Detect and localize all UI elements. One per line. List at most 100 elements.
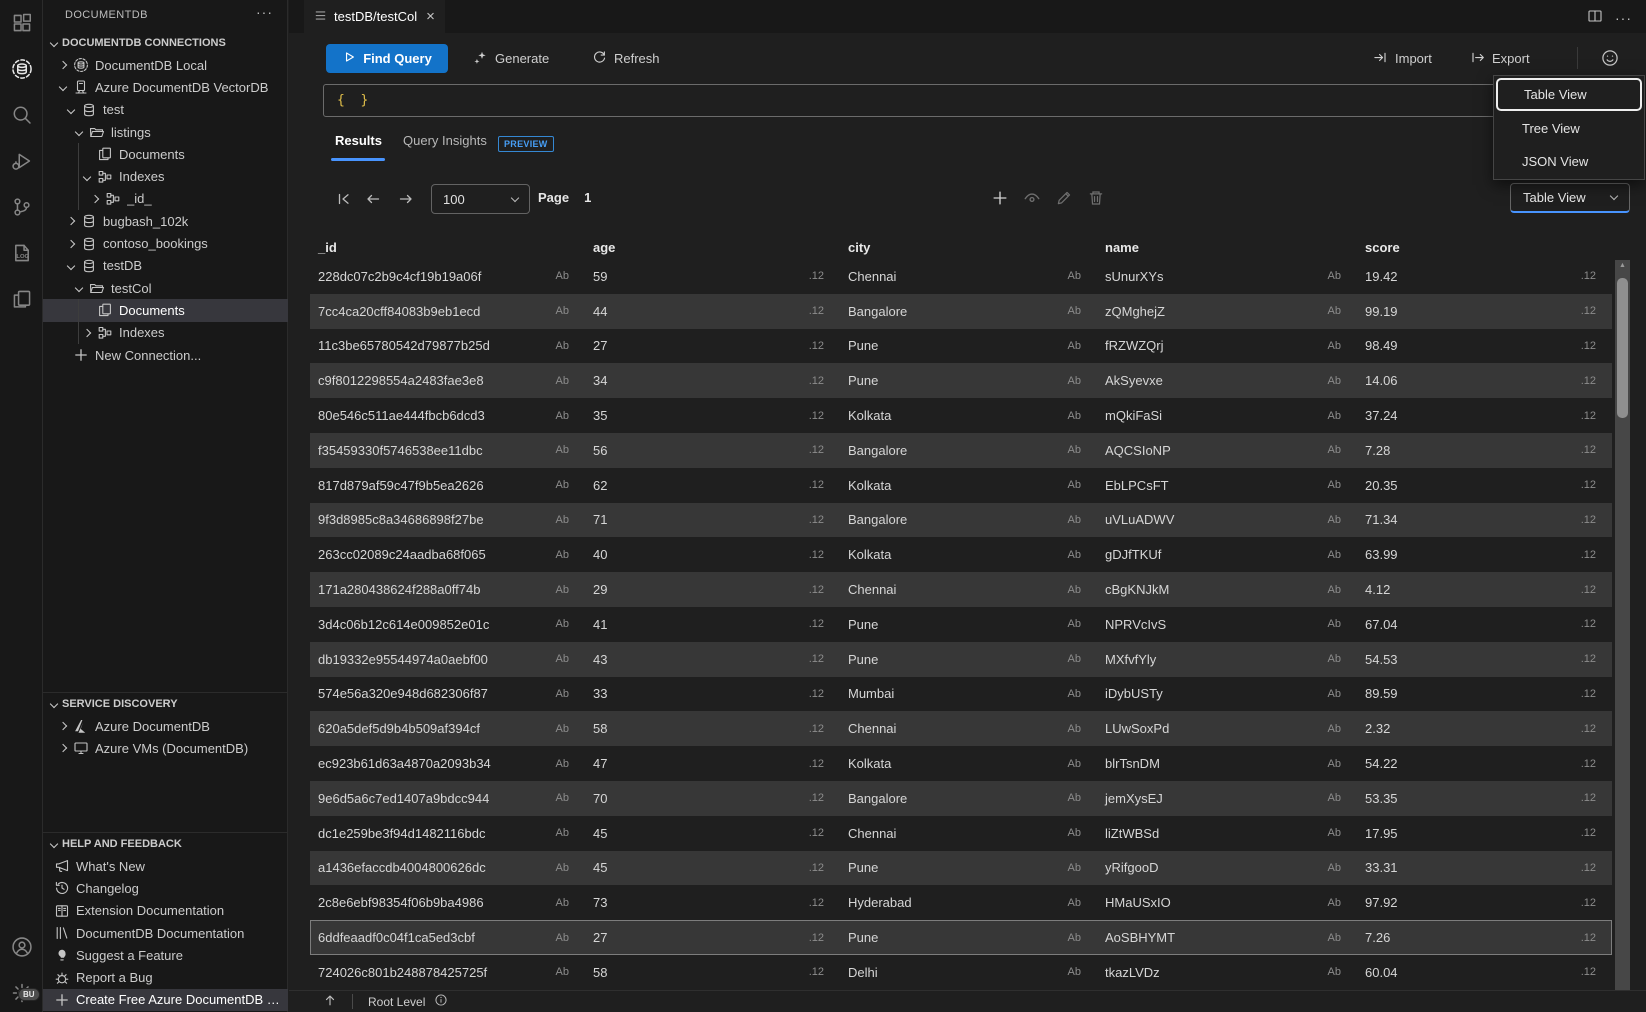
activity-bar-account-icon[interactable] bbox=[0, 924, 43, 970]
menu-item-table-view[interactable]: Table View bbox=[1496, 78, 1642, 111]
activity-bar-documentdb-icon[interactable] bbox=[0, 46, 43, 92]
table-row[interactable]: a1436efaccdb4004800626dcAb45.12PuneAbyRi… bbox=[310, 851, 1612, 886]
tree-item-id[interactable]: _id_ bbox=[43, 188, 288, 210]
table-row[interactable]: 11c3be65780542d79877b25dAb27.12PuneAbfRZ… bbox=[310, 329, 1612, 364]
generate-button[interactable]: Generate bbox=[473, 44, 549, 73]
tree-item-extension-documentation[interactable]: Extension Documentation bbox=[43, 900, 288, 922]
table-row[interactable]: 2c8e6ebf98354f06b9ba4986Ab73.12Hyderabad… bbox=[310, 885, 1612, 920]
tree-item-azure-documentdb[interactable]: Azure DocumentDB bbox=[43, 715, 288, 737]
tree-item-contoso-bookings[interactable]: contoso_bookings bbox=[43, 232, 288, 254]
activity-bar-run-debug-icon[interactable] bbox=[0, 138, 43, 184]
info-icon[interactable] bbox=[434, 993, 448, 1010]
scroll-up-arrow[interactable]: ▲ bbox=[1615, 262, 1630, 269]
tree-item-testcol[interactable]: testCol bbox=[43, 277, 288, 299]
tree-item-what-s-new[interactable]: What's New bbox=[43, 855, 288, 877]
table-row[interactable]: 9f3d8985c8a34686898f27beAb71.12Bangalore… bbox=[310, 503, 1612, 538]
table-row[interactable]: ec923b61d63a4870a2093b34Ab47.12KolkataAb… bbox=[310, 746, 1612, 781]
menu-item-json-view[interactable]: JSON View bbox=[1494, 145, 1644, 178]
cell-value: 54.22 bbox=[1365, 756, 1398, 771]
type-badge: .12 bbox=[809, 514, 824, 526]
activity-bar-source-control-icon[interactable] bbox=[0, 184, 43, 230]
table-row[interactable]: 228dc07c2b9c4cf19b19a06fAb59.12ChennaiAb… bbox=[310, 259, 1612, 294]
prev-page-icon[interactable] bbox=[365, 191, 381, 210]
indexes-icon bbox=[96, 325, 114, 341]
table-row[interactable]: 724026c801b248878425725fAb58.12DelhiAbtk… bbox=[310, 955, 1612, 990]
table-row[interactable]: 171a280438624f288a0ff74bAb29.12ChennaiAb… bbox=[310, 572, 1612, 607]
table-row[interactable]: c9f8012298554a2483fae3e8Ab34.12PuneAbAkS… bbox=[310, 363, 1612, 398]
tree-item-documentdb-local[interactable]: DocumentDB Local bbox=[43, 54, 288, 76]
cell-value: 58 bbox=[593, 965, 607, 980]
table-row[interactable]: 80e546c511ae444fbcb6dcd3Ab35.12KolkataAb… bbox=[310, 398, 1612, 433]
view-mode-select[interactable]: Table View bbox=[1510, 183, 1630, 213]
tab-results[interactable]: Results bbox=[335, 133, 382, 148]
delete-document-trash-icon[interactable] bbox=[1087, 189, 1105, 210]
service-discovery-header[interactable]: SERVICE DISCOVERY bbox=[43, 693, 288, 715]
cell-score: 37.24.12 bbox=[1357, 398, 1612, 433]
tree-item-new-connection[interactable]: New Connection... bbox=[43, 344, 288, 366]
table-row[interactable]: f35459330f5746538ee11dbcAb56.12Bangalore… bbox=[310, 433, 1612, 468]
table-row[interactable]: 817d879af59c47f9b5ea2626Ab62.12KolkataAb… bbox=[310, 468, 1612, 503]
tab-query-insights[interactable]: Query Insights bbox=[403, 133, 487, 148]
next-page-icon[interactable] bbox=[398, 191, 414, 210]
tree-item-suggest-a-feature[interactable]: Suggest a Feature bbox=[43, 944, 288, 966]
chevron-down-icon bbox=[67, 262, 75, 270]
activity-bar-copies-icon[interactable] bbox=[0, 276, 43, 322]
sidebar-more-icon[interactable]: ··· bbox=[256, 4, 273, 20]
tree-item-azure-documentdb-vectordb[interactable]: Azure DocumentDB VectorDB bbox=[43, 76, 288, 98]
tree-item-documents[interactable]: Documents bbox=[43, 299, 288, 321]
table-row[interactable]: db19332e95544974a0aebf00Ab43.12PuneAbMXf… bbox=[310, 642, 1612, 677]
cell-value: jemXysEJ bbox=[1105, 791, 1163, 806]
export-button[interactable]: Export bbox=[1470, 44, 1530, 73]
add-document-icon[interactable] bbox=[991, 189, 1009, 210]
tree-item-create-free-azure-documentdb-cl[interactable]: Create Free Azure DocumentDB Cl... bbox=[43, 989, 288, 1011]
scrollbar-thumb[interactable] bbox=[1617, 278, 1628, 418]
tree-item-changelog[interactable]: Changelog bbox=[43, 877, 288, 899]
tree-item-testdb[interactable]: testDB bbox=[43, 255, 288, 277]
table-row[interactable]: 620a5def5d9b4b509af394cfAb58.12ChennaiAb… bbox=[310, 711, 1612, 746]
table-row[interactable]: dc1e259be3f94d1482116bdcAb45.12ChennaiAb… bbox=[310, 816, 1612, 851]
first-page-icon[interactable] bbox=[336, 191, 352, 210]
tab-testdb-testcol[interactable]: testDB/testCol × bbox=[304, 0, 445, 33]
table-row[interactable]: 7cc4ca20cff84083b9eb1ecdAb44.12Bangalore… bbox=[310, 294, 1612, 329]
more-actions-icon[interactable]: ··· bbox=[1615, 10, 1632, 26]
view-document-eye-icon[interactable] bbox=[1023, 189, 1041, 210]
table-row[interactable]: 6ddfeaadf0c04f1ca5ed3cbfAb27.12PuneAbAoS… bbox=[310, 920, 1612, 955]
type-badge: .12 bbox=[809, 688, 824, 700]
connections-section-header[interactable]: DOCUMENTDB CONNECTIONS bbox=[43, 32, 288, 54]
import-button[interactable]: Import bbox=[1373, 44, 1432, 73]
tree-item-indexes[interactable]: Indexes bbox=[43, 322, 288, 344]
cell-city: KolkataAb bbox=[840, 398, 1097, 433]
activity-bar-settings-gear-icon[interactable]: BU bbox=[0, 970, 43, 1012]
tree-item-documents[interactable]: Documents bbox=[43, 143, 288, 165]
level-up-arrow-icon[interactable] bbox=[323, 993, 337, 1010]
feedback-smiley-icon[interactable] bbox=[1601, 49, 1619, 70]
cell-name: EbLPCsFTAb bbox=[1097, 468, 1357, 503]
vertical-scrollbar[interactable]: ▲ bbox=[1615, 260, 1630, 990]
chevron-down-icon bbox=[59, 83, 67, 91]
tree-item-report-a-bug[interactable]: Report a Bug bbox=[43, 966, 288, 988]
table-row[interactable]: 9e6d5a6c7ed1407a9bdcc944Ab70.12Bangalore… bbox=[310, 781, 1612, 816]
tree-item-documentdb-documentation[interactable]: DocumentDB Documentation bbox=[43, 922, 288, 944]
tree-item-bugbash-102k[interactable]: bugbash_102k bbox=[43, 210, 288, 232]
refresh-button[interactable]: Refresh bbox=[592, 44, 660, 73]
table-row[interactable]: 263cc02089c24aadba68f065Ab40.12KolkataAb… bbox=[310, 537, 1612, 572]
edit-document-pencil-icon[interactable] bbox=[1055, 189, 1073, 210]
cell-value: 80e546c511ae444fbcb6dcd3 bbox=[318, 408, 485, 423]
help-feedback-header[interactable]: HELP AND FEEDBACK bbox=[43, 833, 288, 855]
close-icon[interactable]: × bbox=[426, 9, 435, 24]
activity-bar-extension-icon[interactable] bbox=[0, 0, 43, 46]
tree-item-listings[interactable]: listings bbox=[43, 121, 288, 143]
menu-item-tree-view[interactable]: Tree View bbox=[1494, 112, 1644, 145]
page-size-select[interactable]: 100 bbox=[431, 184, 530, 214]
table-row[interactable]: 574e56a320e948d682306f87Ab33.12MumbaiAbi… bbox=[310, 677, 1612, 712]
activity-bar-search-icon[interactable] bbox=[0, 92, 43, 138]
find-query-button[interactable]: Find Query bbox=[326, 44, 448, 73]
table-row[interactable]: 3d4c06b12c614e009852e01cAb41.12PuneAbNPR… bbox=[310, 607, 1612, 642]
activity-bar-log-output-icon[interactable]: LOG bbox=[0, 230, 43, 276]
split-editor-icon[interactable] bbox=[1587, 8, 1603, 27]
query-editor[interactable]: { } bbox=[323, 84, 1630, 117]
type-badge: Ab bbox=[1068, 444, 1081, 456]
tree-item-indexes[interactable]: Indexes bbox=[43, 165, 288, 187]
tree-item-azure-vms-documentdb[interactable]: Azure VMs (DocumentDB) bbox=[43, 737, 288, 759]
tree-item-test[interactable]: test bbox=[43, 99, 288, 121]
